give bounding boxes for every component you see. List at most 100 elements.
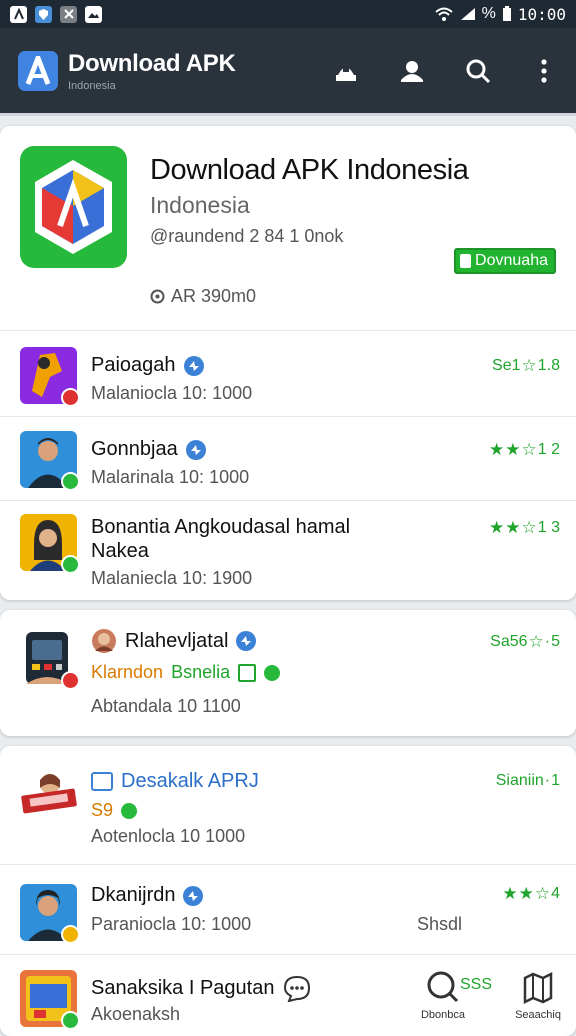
item-subtitle: Malaniecla 10: 1900 xyxy=(91,568,253,588)
app-avatar xyxy=(20,431,80,491)
folder-icon xyxy=(91,772,113,791)
list-item[interactable]: Dkanijrdn Paraniocla 10: 1000 ★ ★ ☆ 4 Sh… xyxy=(0,864,576,955)
item-subtitle: Malarinala 10: 1000 xyxy=(91,467,250,487)
rating-separator: · xyxy=(544,772,551,789)
star-filled-icon: ★ xyxy=(505,518,521,537)
status-bar: % 10:00 xyxy=(0,0,576,28)
battery-icon xyxy=(502,6,511,21)
check-circle-icon xyxy=(121,802,138,819)
app-avatar xyxy=(20,630,80,690)
star-filled-icon: ★ xyxy=(502,884,518,903)
item-title: Bonantia Angkoudasal hamal xyxy=(91,516,350,539)
gallery-icon xyxy=(60,5,77,23)
item-name-continued: Nakea xyxy=(91,540,149,562)
item-title: Dkanijrdn xyxy=(91,884,204,907)
rating-number: 5 xyxy=(551,633,560,650)
download-button-label: Dovnuaha xyxy=(475,252,548,269)
tag-row: Klarndon Bsnelia xyxy=(91,662,281,683)
item-title: Rlahevljatal xyxy=(91,628,257,654)
app-title: Download APK xyxy=(68,49,236,77)
list-item[interactable]: Desakalk APRJ Sianiin · 1 S9 Aotenlocla … xyxy=(0,746,576,865)
tag-row: S9 xyxy=(91,800,138,821)
item-rating: ★ ★ ☆ 4 xyxy=(502,884,560,904)
verified-icon xyxy=(183,885,204,906)
status-badge xyxy=(61,925,80,944)
item-title-line2: Nakea xyxy=(91,540,149,563)
item-name: Paioagah xyxy=(91,354,176,376)
list-item[interactable]: Bonantia Angkoudasal hamal Nakea Malanie… xyxy=(0,500,576,600)
item-name: Desakalk APRJ xyxy=(121,770,259,792)
search-icon[interactable] xyxy=(464,57,492,85)
nav-search-label: Seaachiq xyxy=(515,1009,561,1021)
check-circle-icon xyxy=(264,664,281,681)
star-filled-icon: ★ xyxy=(518,884,534,903)
signal-icon xyxy=(460,8,475,20)
star-filled-icon: ★ xyxy=(505,440,521,459)
item-subtitle: Aotenlocla 10 1000 xyxy=(91,826,246,846)
item-subtitle: Paraniocla 10: 1000 xyxy=(91,914,252,934)
star-outline-icon: ☆ xyxy=(521,440,537,459)
item-name: Sanaksika I Pagutan xyxy=(91,976,275,999)
app-avatar xyxy=(20,766,77,823)
star-filled-icon: ★ xyxy=(489,440,505,459)
hero-meta: @raundend 2 84 1 0nok xyxy=(150,226,344,246)
size-label: AR 390m0 xyxy=(171,286,257,306)
hero-section: Download APK Indonesia Indonesia @raunde… xyxy=(0,126,576,331)
item-title: Paioagah xyxy=(91,354,204,377)
star-outline-icon: ☆ xyxy=(521,518,537,537)
verified-icon xyxy=(183,355,204,376)
verified-icon xyxy=(185,439,206,460)
more-menu-icon[interactable] xyxy=(530,57,558,85)
download-apk-app-icon[interactable] xyxy=(20,146,127,268)
account-icon[interactable] xyxy=(332,57,360,85)
rating-number: 1.8 xyxy=(537,357,560,374)
tag-green: Bsnelia xyxy=(171,662,231,682)
item-rating: Se1 ☆ 1.8 xyxy=(492,356,560,376)
rating-label: Se1 xyxy=(492,357,521,374)
shield-icon xyxy=(35,5,52,23)
item-title: Gonnbjaa xyxy=(91,438,206,461)
item-name: Bonantia Angkoudasal hamal xyxy=(91,516,351,538)
rating-number: 4 xyxy=(551,885,560,902)
item-title: Sanaksika I Pagutan xyxy=(91,974,312,1002)
rating-number: 1 xyxy=(551,772,560,789)
notification-a-icon xyxy=(10,5,27,23)
item-name: Rlahevljatal xyxy=(125,629,229,652)
hero-subtitle: Indonesia xyxy=(150,192,250,218)
featured-card: Download APK Indonesia Indonesia @raunde… xyxy=(0,126,576,600)
app-card: Desakalk APRJ Sianiin · 1 S9 Aotenlocla … xyxy=(0,746,576,1036)
app-avatar xyxy=(20,970,80,1030)
app-logo-icon xyxy=(18,50,58,91)
nav-search[interactable]: Seaachiq xyxy=(508,970,568,1021)
app-subtitle: Indonesia xyxy=(68,79,116,92)
chat-bubble-icon xyxy=(284,975,311,1002)
item-name: Gonnbjaa xyxy=(91,438,178,460)
app-card[interactable]: Rlahevljatal Sa56 ☆ · 5 Klarndon Bsnelia… xyxy=(0,610,576,736)
square-icon xyxy=(238,663,257,682)
list-item[interactable]: Gonnbjaa Malarinala 10: 1000 ★ ★ ☆ 1 2 xyxy=(0,416,576,501)
rating-number: 1 3 xyxy=(537,519,560,536)
download-button[interactable]: Dovnuaha xyxy=(454,248,556,274)
item-title: Desakalk APRJ xyxy=(91,770,259,793)
item-name: Dkanijrdn xyxy=(91,884,176,906)
image-icon xyxy=(85,5,102,23)
star-outline-icon: ☆ xyxy=(521,356,537,375)
item-rating: Sa56 ☆ · 5 xyxy=(490,632,560,652)
clock: 10:00 xyxy=(517,4,566,24)
hero-title: Download APK Indonesia xyxy=(150,154,469,186)
download-icon xyxy=(460,254,472,268)
storage-icon xyxy=(150,289,165,304)
status-badge xyxy=(61,472,80,491)
star-filled-icon: ★ xyxy=(489,518,505,537)
rating-label: Sianiin xyxy=(495,772,544,789)
user-icon[interactable] xyxy=(398,57,426,85)
nav-download[interactable]: Dbonbca xyxy=(412,970,474,1021)
rating-number: 1 2 xyxy=(537,441,560,458)
list-item[interactable]: Paioagah Malaniocla 10: 1000 Se1 ☆ 1.8 xyxy=(0,332,576,417)
map-icon xyxy=(523,971,553,1005)
star-outline-icon: ☆ xyxy=(528,632,544,651)
wifi-icon xyxy=(434,7,453,21)
app-avatar xyxy=(20,514,80,574)
tag-orange: S9 xyxy=(91,800,114,820)
item-right-label: Shsdl xyxy=(416,914,462,934)
